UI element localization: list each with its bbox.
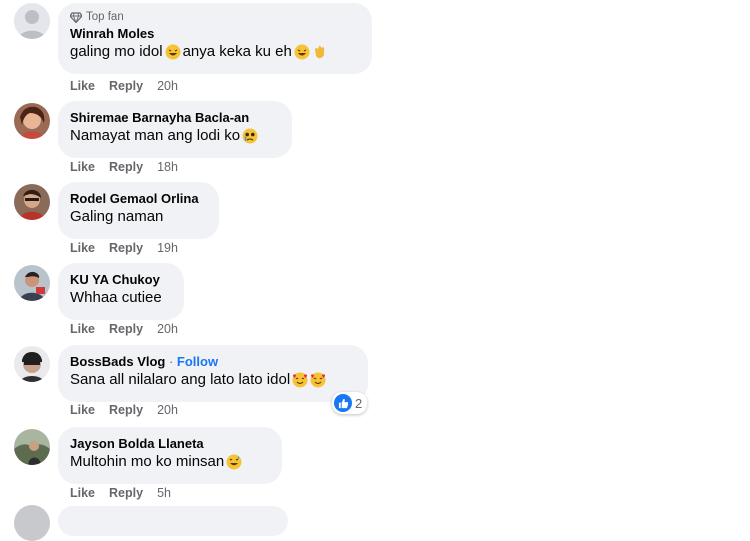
avatar[interactable] <box>14 103 50 139</box>
comment-text-part: Galing naman <box>70 208 164 225</box>
like-button[interactable]: Like <box>70 160 95 174</box>
default-avatar-icon <box>14 3 50 39</box>
badge-label: Top fan <box>86 11 124 23</box>
reply-button[interactable]: Reply <box>109 322 143 336</box>
comment-actions: Like Reply 5h <box>70 486 171 500</box>
comment-text-part: Whhaa cutiee <box>70 289 162 306</box>
smiling-face-with-hearts-icon <box>292 372 308 388</box>
like-button[interactable]: Like <box>70 241 95 255</box>
comment-text: galing mo idol anya keka ku eh <box>70 42 360 62</box>
comment-text: Whhaa cutiee <box>70 288 172 308</box>
comment-bubble: KU YA Chukoy Whhaa cutiee <box>58 263 184 320</box>
author-name[interactable]: BossBads Vlog <box>70 354 165 369</box>
comment-bubble: Shiremae Barnayha Bacla-an Namayat man a… <box>58 101 292 158</box>
laughing-emoji-icon <box>294 44 310 60</box>
comment-bubble: BossBads Vlog · Follow Sana all nilalaro… <box>58 345 368 402</box>
comment-author[interactable]: Shiremae Barnayha Bacla-an <box>70 109 280 126</box>
user-photo-icon <box>14 346 50 382</box>
reply-button[interactable]: Reply <box>109 241 143 255</box>
follow-button[interactable]: Follow <box>177 354 218 369</box>
diamond-icon <box>70 11 82 23</box>
comment-bubble: Top fan Winrah Moles galing mo idol anya… <box>58 3 372 74</box>
reply-button[interactable]: Reply <box>109 79 143 93</box>
crying-emoji-icon <box>242 128 258 144</box>
comment-actions: Like Reply 19h <box>70 241 178 255</box>
like-reaction-icon <box>334 394 352 412</box>
user-photo-icon <box>14 184 50 220</box>
comment-text-part: Sana all nilalaro ang lato lato idol <box>70 371 291 388</box>
comment-actions: Like Reply 18h <box>70 160 178 174</box>
comment-timestamp[interactable]: 20h <box>157 403 178 417</box>
user-photo-icon <box>14 103 50 139</box>
reply-button[interactable]: Reply <box>109 486 143 500</box>
clapping-hands-icon <box>314 45 325 59</box>
user-photo-icon <box>14 265 50 301</box>
comments-list: Top fan Winrah Moles galing mo idol anya… <box>0 0 750 541</box>
comment-author: BossBads Vlog · Follow <box>70 353 356 370</box>
laughing-emoji-icon <box>165 44 181 60</box>
like-button[interactable]: Like <box>70 322 95 336</box>
comment-author[interactable]: Winrah Moles <box>70 25 360 42</box>
comment-actions: Like Reply 20h <box>70 403 178 417</box>
reaction-count[interactable]: 2 <box>332 392 368 414</box>
comment-timestamp[interactable]: 19h <box>157 241 178 255</box>
comment-text-part: Multohin mo ko minsan <box>70 453 225 470</box>
comment-author[interactable]: Rodel Gemaol Orlina <box>70 190 207 207</box>
avatar[interactable] <box>14 505 50 541</box>
comment-author[interactable]: KU YA Chukoy <box>70 271 172 288</box>
like-button[interactable]: Like <box>70 486 95 500</box>
avatar[interactable] <box>14 3 50 39</box>
comment-text: Sana all nilalaro ang lato lato idol <box>70 370 356 390</box>
comment-bubble: Jayson Bolda Llaneta Multohin mo ko mins… <box>58 427 282 484</box>
reply-button[interactable]: Reply <box>109 403 143 417</box>
smiling-face-with-hearts-icon <box>310 372 326 388</box>
grinning-sweat-emoji-icon <box>226 454 242 470</box>
avatar[interactable] <box>14 346 50 382</box>
comment-bubble: Rodel Gemaol Orlina Galing naman <box>58 182 219 239</box>
comment-timestamp[interactable]: 5h <box>157 486 171 500</box>
comment-actions: Like Reply 20h <box>70 79 178 93</box>
comment-bubble <box>58 506 288 536</box>
comment-text: Multohin mo ko minsan <box>70 452 270 472</box>
avatar[interactable] <box>14 429 50 465</box>
comment-author[interactable]: Jayson Bolda Llaneta <box>70 435 270 452</box>
comment-text-part: Namayat man ang lodi ko <box>70 127 241 144</box>
comment-timestamp[interactable]: 20h <box>157 322 178 336</box>
reaction-number: 2 <box>355 395 363 411</box>
reply-button[interactable]: Reply <box>109 160 143 174</box>
comment-text: Namayat man ang lodi ko <box>70 126 280 146</box>
top-fan-badge[interactable]: Top fan <box>70 11 360 23</box>
like-button[interactable]: Like <box>70 403 95 417</box>
comment-text-part: galing mo idol <box>70 43 163 60</box>
comment-actions: Like Reply 20h <box>70 322 178 336</box>
avatar[interactable] <box>14 184 50 220</box>
separator-dot: · <box>165 354 177 369</box>
user-photo-icon <box>14 429 50 465</box>
comment-timestamp[interactable]: 18h <box>157 160 178 174</box>
comment-timestamp[interactable]: 20h <box>157 79 178 93</box>
comment-text: Galing naman <box>70 207 207 227</box>
comment-text-part: anya keka ku eh <box>182 43 292 60</box>
like-button[interactable]: Like <box>70 79 95 93</box>
avatar[interactable] <box>14 265 50 301</box>
